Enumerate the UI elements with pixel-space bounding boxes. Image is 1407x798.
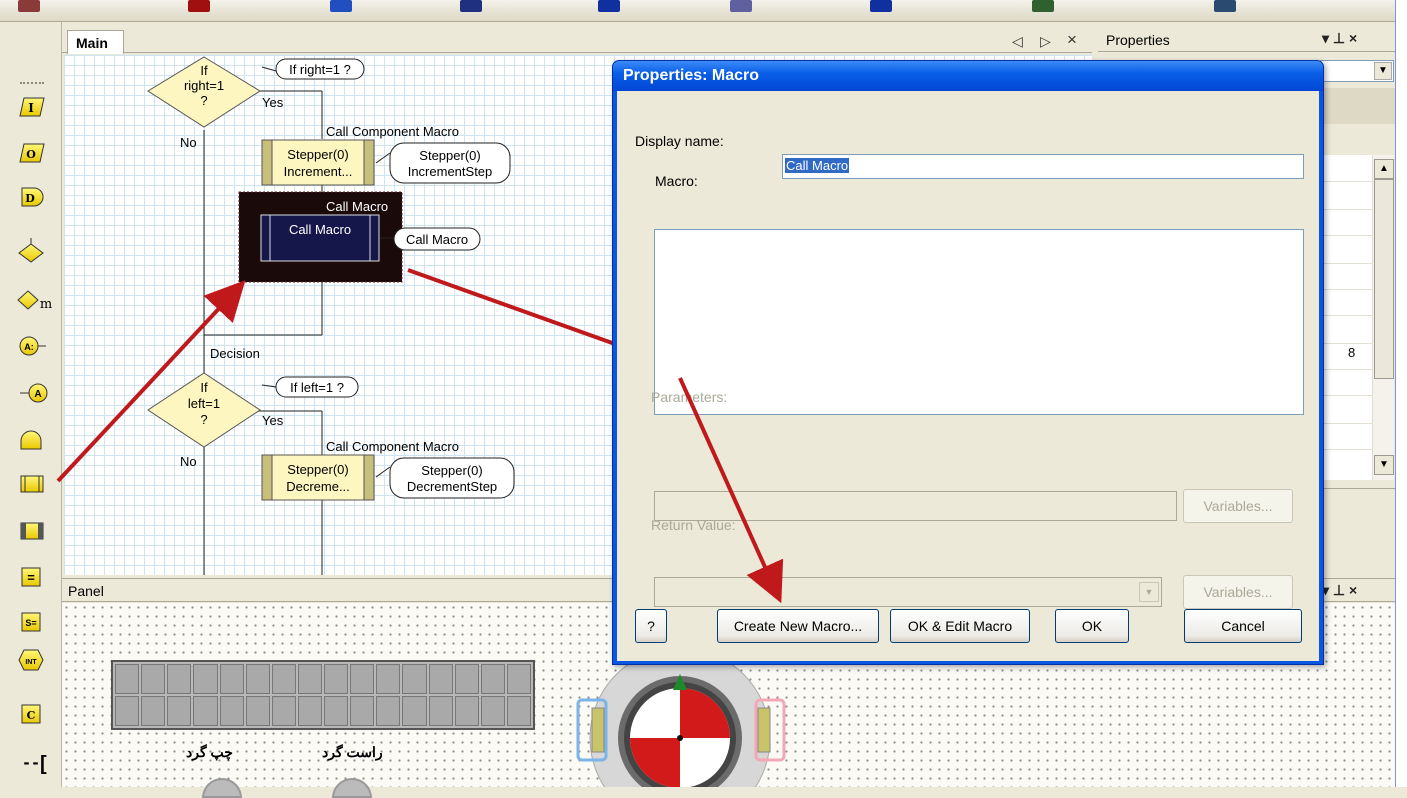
arrow-to-create-button <box>678 377 784 604</box>
annotation-arrow-overlay <box>678 377 784 604</box>
